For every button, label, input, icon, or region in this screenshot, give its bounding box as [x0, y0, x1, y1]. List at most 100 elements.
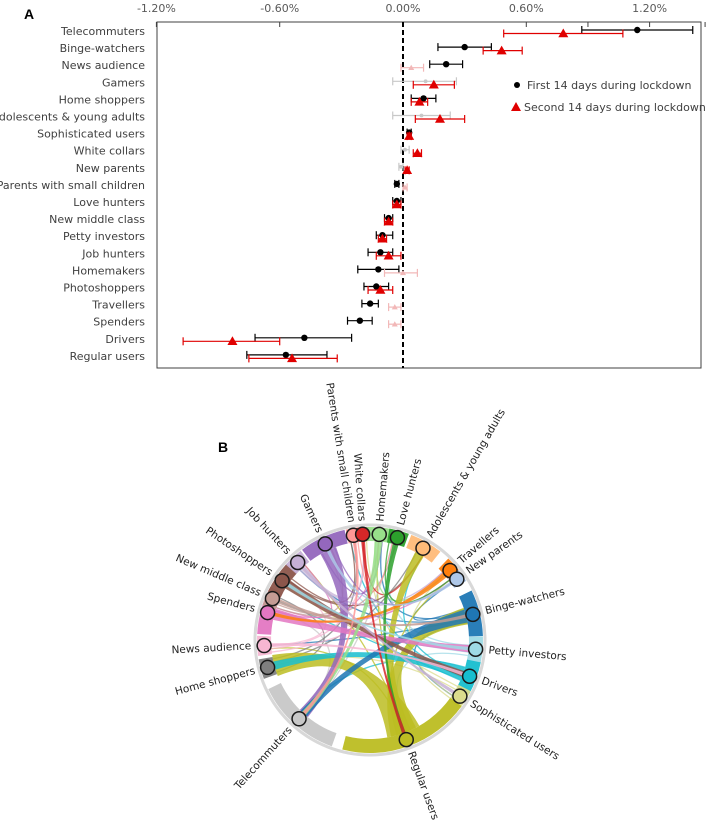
data-point-first	[346, 316, 373, 325]
circle-marker	[403, 147, 407, 152]
data-point-second	[388, 303, 402, 312]
x-tick-label: -1.20%	[137, 2, 176, 15]
data-point-second	[412, 148, 423, 158]
category-label: Sophisticated users	[37, 128, 145, 141]
chord-node-marker	[449, 571, 465, 587]
chord-node-label: Love hunters	[395, 457, 424, 526]
category-label: Love hunters	[73, 196, 145, 209]
chord-node-marker	[291, 711, 307, 727]
category-label: Petty investors	[63, 230, 145, 243]
data-point-first	[410, 94, 437, 103]
x-tick-label: -0.60%	[260, 2, 299, 15]
legend-entry-second-14-days: Second 14 days during lockdown	[524, 101, 706, 114]
category-label: Homemakers	[72, 264, 145, 277]
x-axis-ticks	[155, 22, 706, 27]
data-point-first	[361, 299, 379, 308]
chord-node-label: Petty investors	[488, 644, 567, 663]
circle-marker	[423, 79, 428, 84]
category-label: Photoshoppers	[63, 282, 145, 295]
chord-node-marker	[371, 526, 387, 543]
chord-node-marker	[264, 590, 281, 607]
chord-node-marker	[289, 554, 306, 571]
chord-node-marker	[389, 529, 406, 546]
data-point-second	[388, 320, 402, 329]
circle-marker	[461, 43, 468, 51]
triangle-marker	[496, 45, 507, 55]
category-label: White collars	[74, 145, 146, 158]
chord-node-label: Drivers	[480, 675, 520, 699]
circle-marker	[375, 266, 382, 273]
x-tick-label: 1.20%	[632, 2, 667, 15]
triangle-marker	[558, 28, 569, 38]
chord-node-marker	[467, 641, 484, 657]
triangle-marker	[412, 148, 423, 157]
category-label: News audience	[61, 59, 145, 72]
category-label: Job hunters	[81, 247, 145, 260]
legend: First 14 days during lockdown Second 14 …	[511, 79, 706, 114]
chord-node-marker	[256, 637, 272, 654]
panel-a-dot-plot: A -1.20% -0.60% 0.00% 0.60% 1.20% Telecommut…	[0, 2, 706, 369]
circle-marker	[419, 113, 424, 118]
chord-node-label: Regular users	[405, 750, 441, 820]
chord-node-marker	[317, 536, 333, 552]
panel-a-label: A	[24, 6, 34, 22]
chord-node-marker	[465, 606, 481, 623]
chord-node-label: Parents with small children	[323, 382, 357, 524]
category-label: New middle class	[49, 213, 145, 226]
chord-node-label: Sophisticated users	[468, 698, 562, 763]
category-label: Home shoppers	[59, 93, 146, 106]
chord-node-marker	[461, 668, 478, 685]
circle-marker	[356, 317, 364, 324]
x-axis-tick-labels: -1.20% -0.60% 0.00% 0.60% 1.20%	[137, 2, 667, 15]
circle-marker	[282, 351, 290, 359]
circle-marker	[377, 249, 384, 256]
data-point-second	[404, 131, 415, 141]
category-label: Gamers	[102, 76, 145, 89]
chord-node-marker	[354, 526, 371, 543]
data-point-first	[393, 179, 401, 188]
data-point-first	[357, 265, 400, 274]
category-label: Drivers	[105, 333, 145, 346]
chord-node-marker	[259, 604, 276, 621]
circle-marker	[399, 164, 403, 169]
chord-node-marker	[415, 540, 431, 556]
x-tick-label: 0.60%	[509, 2, 544, 15]
category-label: Regular users	[70, 350, 146, 363]
legend-circle-marker	[514, 82, 520, 88]
chord-node-label: Binge-watchers	[484, 586, 566, 617]
circle-marker	[393, 180, 401, 188]
panel-b-chord-diagram: B Binge-watchers Petty investors DriversSo…	[171, 382, 567, 820]
category-label: Binge-watchers	[60, 42, 146, 55]
data-point-first	[246, 350, 328, 359]
legend-entry-first-14-days: First 14 days during lockdown	[527, 79, 691, 92]
data-point-first	[429, 60, 464, 69]
chord-node-marker	[259, 659, 276, 676]
data-point-first	[581, 26, 694, 34]
panel-b-label: B	[218, 439, 228, 455]
data-point-second	[400, 63, 425, 72]
category-label: Parents with small children	[0, 179, 145, 192]
category-label: Telecommuters	[60, 25, 145, 38]
category-label: New parents	[76, 162, 146, 175]
y-axis-category-labels: Telecommuters Binge-watchers News audience…	[0, 25, 145, 363]
chord-node-label: News audience	[171, 640, 251, 656]
data-point-second	[402, 183, 409, 192]
chord-node-label: Adolescents & young adults	[424, 407, 508, 540]
plot-frame	[156, 21, 702, 369]
x-tick-label: 0.00%	[386, 2, 421, 15]
category-label: Travellers	[91, 299, 145, 312]
chord-node-marker	[452, 688, 468, 704]
category-label: Spenders	[93, 316, 145, 329]
circle-marker	[634, 26, 641, 34]
chord-node-marker	[274, 572, 290, 589]
chord-node-label: Gamers	[297, 492, 325, 534]
figure: A -1.20% -0.60% 0.00% 0.60% 1.20% Telecommut…	[0, 2, 706, 820]
legend-triangle-marker	[511, 102, 521, 111]
chord-node-label: Home shoppers	[174, 665, 257, 698]
data-point-second	[383, 268, 418, 277]
circle-marker	[442, 60, 450, 68]
chord-node-label: Job hunters	[243, 504, 293, 557]
data-point-first	[254, 333, 353, 342]
category-label: Adolescents & young adults	[0, 111, 145, 124]
chord-node-label: Homemakers	[374, 452, 392, 522]
